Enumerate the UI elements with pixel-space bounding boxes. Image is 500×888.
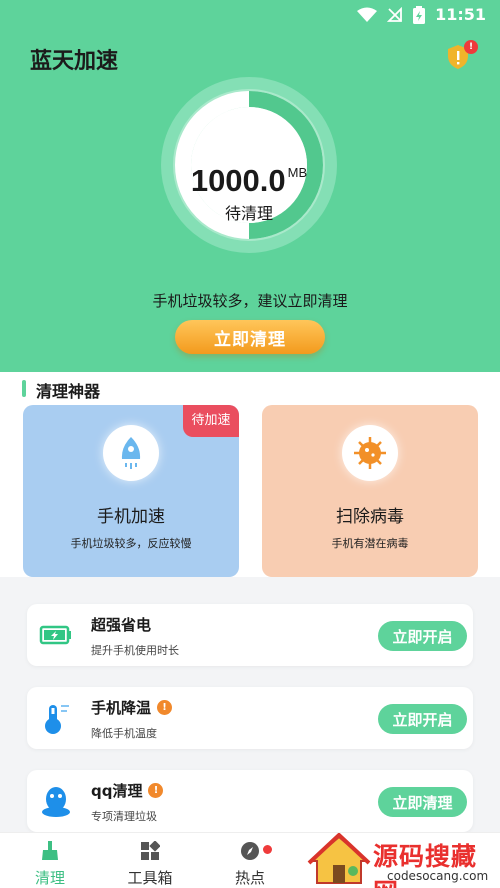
nav-item-clean[interactable]: 清理 bbox=[10, 841, 90, 888]
watermark-url: codesocang.com bbox=[387, 869, 489, 883]
house-logo-icon bbox=[307, 833, 371, 884]
compass-icon bbox=[241, 842, 259, 860]
warning-icon: ! bbox=[148, 783, 164, 798]
nav-label-clean: 清理 bbox=[34, 869, 65, 887]
hero-header: 11:51 蓝天加速 ! 1000.0 MB 待清理 手机垃圾较多，建议立即清理 … bbox=[0, 0, 500, 372]
list-item-subtitle: 专项清理垃圾 bbox=[91, 810, 157, 823]
virus-icon bbox=[342, 425, 398, 481]
pending-boost-badge: 待加速 bbox=[183, 405, 239, 437]
thermometer-icon bbox=[45, 705, 69, 734]
list-item-qq-cleanup[interactable]: qq清理! 专项清理垃圾 立即清理 bbox=[27, 770, 473, 832]
virus-scan-subtitle: 手机有潜在病毒 bbox=[331, 537, 409, 550]
virus-scan-card[interactable]: 扫除病毒 手机有潜在病毒 bbox=[262, 405, 478, 577]
watermark: 源码搜藏网 codesocang.com bbox=[305, 833, 500, 888]
wifi-icon bbox=[357, 7, 378, 22]
list-item-power-saving[interactable]: 超强省电 提升手机使用时长 立即开启 bbox=[27, 604, 473, 666]
cleanup-amount: 1000.0 MB bbox=[159, 163, 339, 199]
notification-dot bbox=[263, 845, 272, 854]
nav-item-hotspot[interactable]: 热点 bbox=[210, 841, 290, 888]
cleanup-label: 待清理 bbox=[224, 204, 273, 223]
grid-icon bbox=[141, 840, 161, 860]
rocket-icon bbox=[103, 425, 159, 481]
status-time: 11:51 bbox=[435, 5, 486, 24]
phone-boost-subtitle: 手机垃圾较多，反应较慢 bbox=[70, 537, 192, 550]
warning-icon: ! bbox=[157, 700, 173, 715]
qq-clean-now-button[interactable]: 立即清理 bbox=[378, 787, 467, 817]
alert-badge: ! bbox=[464, 40, 478, 54]
app-title: 蓝天加速 bbox=[30, 49, 119, 74]
nav-item-toolbox[interactable]: 工具箱 bbox=[110, 840, 190, 888]
list-item-title: qq清理! bbox=[91, 780, 164, 801]
list-item-subtitle: 提升手机使用时长 bbox=[91, 644, 179, 657]
nav-label-hotspot: 热点 bbox=[234, 869, 265, 887]
enable-cooling-button[interactable]: 立即开启 bbox=[378, 704, 467, 734]
battery-charging-icon bbox=[39, 625, 71, 645]
qq-penguin-icon bbox=[42, 787, 70, 817]
section-title: 清理神器 bbox=[22, 378, 100, 402]
battery-icon bbox=[413, 5, 426, 24]
cleanup-ring: 1000.0 MB 待清理 bbox=[159, 75, 339, 255]
phone-cooling-title: 手机降温 bbox=[91, 699, 152, 717]
status-icons: 11:51 bbox=[357, 5, 486, 24]
status-bar: 11:51 bbox=[0, 0, 500, 30]
list-item-title: 超强省电 bbox=[91, 614, 151, 635]
broom-icon bbox=[42, 841, 58, 860]
no-signal-icon bbox=[387, 6, 402, 22]
enable-power-saving-button[interactable]: 立即开启 bbox=[378, 621, 467, 651]
phone-boost-card[interactable]: 待加速 手机加速 手机垃圾较多，反应较慢 bbox=[23, 405, 239, 577]
clean-now-button[interactable]: 立即清理 bbox=[175, 320, 325, 354]
nav-label-toolbox: 工具箱 bbox=[127, 869, 173, 887]
list-item-subtitle: 降低手机温度 bbox=[91, 727, 157, 740]
list-item-phone-cooling[interactable]: 手机降温! 降低手机温度 立即开启 bbox=[27, 687, 473, 749]
cleanup-amount-unit: MB bbox=[287, 165, 308, 180]
phone-boost-title: 手机加速 bbox=[97, 507, 165, 527]
cleanup-hint: 手机垃圾较多，建议立即清理 bbox=[152, 292, 348, 310]
cleanup-amount-value: 1000.0 bbox=[190, 163, 286, 198]
virus-scan-title: 扫除病毒 bbox=[336, 507, 404, 527]
list-item-title: 手机降温! bbox=[91, 697, 173, 718]
power-saving-title: 超强省电 bbox=[91, 616, 152, 634]
qq-cleanup-title: qq清理 bbox=[91, 782, 143, 800]
